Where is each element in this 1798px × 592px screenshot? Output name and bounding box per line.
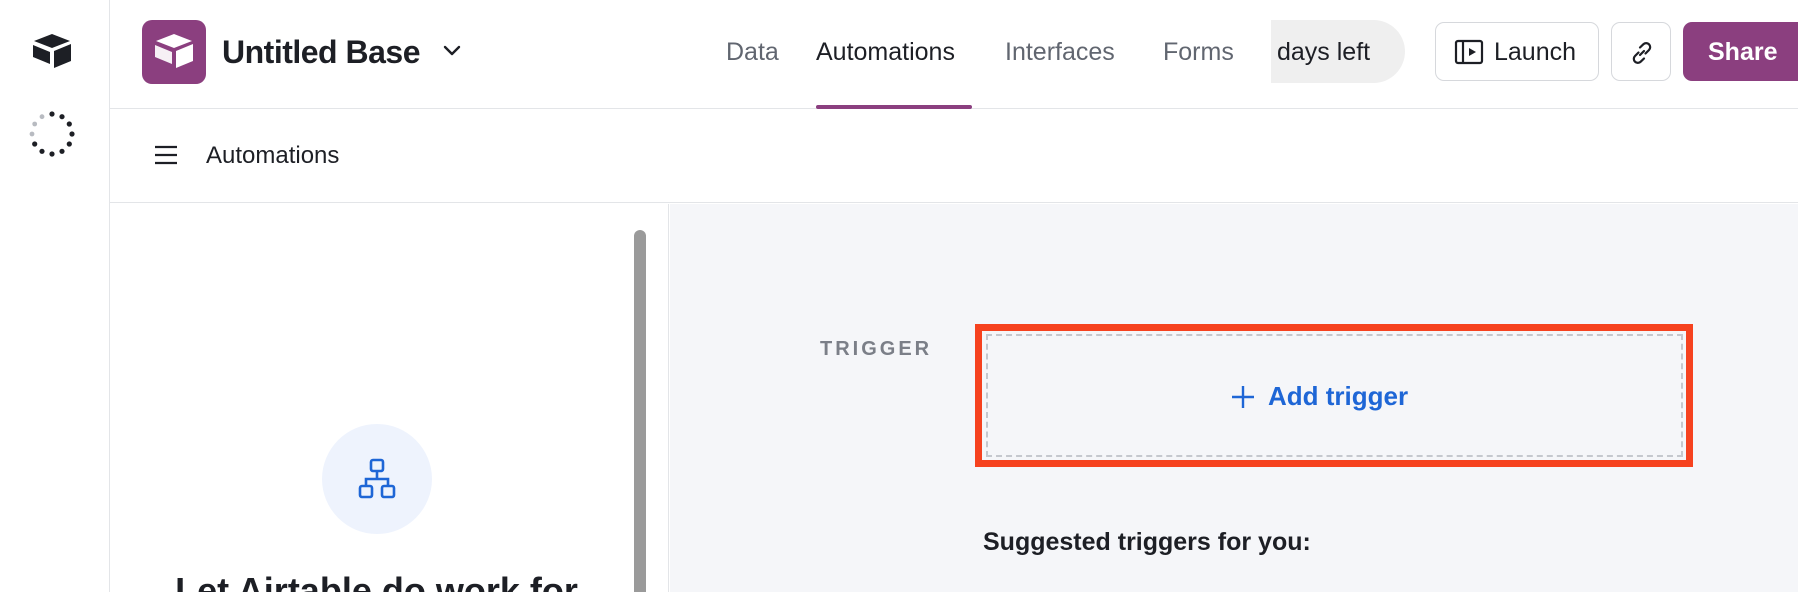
tab-automations[interactable]: Automations bbox=[816, 38, 955, 67]
airtable-logo-icon[interactable] bbox=[30, 30, 74, 70]
copy-link-button[interactable] bbox=[1611, 22, 1671, 81]
add-trigger-label: Add trigger bbox=[1268, 381, 1409, 411]
suggested-triggers-heading: Suggested triggers for you: bbox=[983, 528, 1311, 556]
tab-data[interactable]: Data bbox=[726, 38, 779, 67]
launch-label: Launch bbox=[1494, 38, 1577, 66]
trigger-section-label: TRIGGER bbox=[820, 338, 933, 360]
active-tab-indicator bbox=[816, 105, 972, 109]
workflow-icon bbox=[358, 458, 396, 499]
base-title[interactable]: Untitled Base bbox=[222, 34, 420, 71]
automations-toolbar: Automations bbox=[110, 110, 1798, 203]
airtable-app: Untitled Base Data Automations Interface… bbox=[0, 0, 1798, 592]
scrollbar[interactable] bbox=[634, 230, 646, 592]
automation-canvas: TRIGGER Add trigger Suggested triggers f… bbox=[670, 204, 1798, 592]
share-button[interactable]: Share bbox=[1683, 22, 1798, 81]
trial-days-left-badge[interactable]: days left bbox=[1271, 20, 1405, 83]
loading-spinner-icon bbox=[29, 111, 75, 157]
base-cube-icon[interactable] bbox=[142, 20, 206, 84]
empty-state-title: Let Airtable do work for bbox=[175, 570, 578, 592]
launch-button[interactable]: Launch bbox=[1435, 22, 1599, 81]
hamburger-menu-icon[interactable] bbox=[154, 144, 178, 166]
page-title: Automations bbox=[206, 142, 340, 169]
link-icon bbox=[1632, 42, 1652, 64]
top-bar: Untitled Base Data Automations Interface… bbox=[110, 0, 1798, 109]
left-rail bbox=[0, 0, 110, 592]
automations-list-panel: Let Airtable do work for bbox=[110, 204, 669, 592]
plus-icon bbox=[1232, 386, 1254, 408]
launch-icon bbox=[1454, 39, 1484, 65]
empty-state-illustration bbox=[322, 424, 432, 534]
tab-interfaces[interactable]: Interfaces bbox=[1005, 38, 1115, 67]
chevron-down-icon[interactable] bbox=[442, 44, 462, 58]
tab-forms[interactable]: Forms bbox=[1163, 38, 1234, 67]
